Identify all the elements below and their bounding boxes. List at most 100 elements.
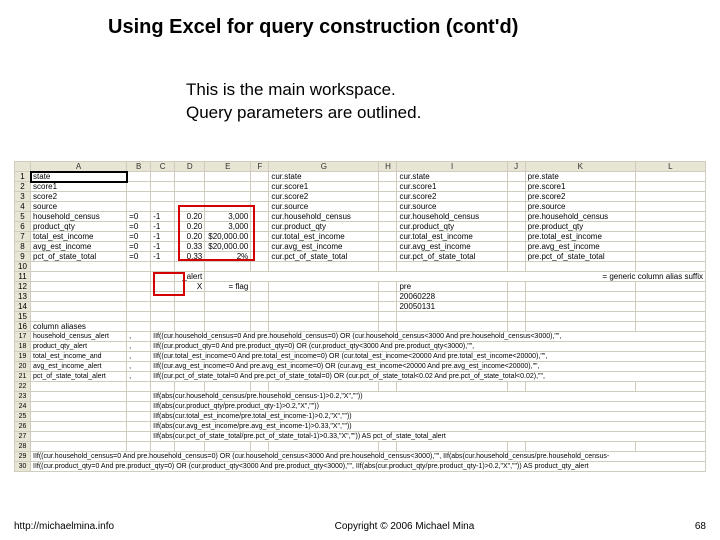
row-header[interactable]: 27	[15, 432, 31, 442]
cell[interactable]: cur.product_qty	[269, 222, 379, 232]
row-header[interactable]: 16	[15, 322, 31, 332]
cell[interactable]	[175, 442, 205, 452]
cell[interactable]	[379, 212, 397, 222]
cell[interactable]	[635, 262, 705, 272]
cell[interactable]	[151, 182, 175, 192]
cell[interactable]	[205, 172, 251, 182]
cell[interactable]	[151, 172, 175, 182]
cell[interactable]	[31, 292, 127, 302]
cell[interactable]	[205, 382, 251, 392]
cell[interactable]	[251, 282, 269, 292]
cell[interactable]: cur.state	[397, 172, 507, 182]
cell[interactable]	[525, 292, 635, 302]
cell[interactable]	[507, 442, 525, 452]
cell[interactable]	[127, 312, 151, 322]
cell[interactable]: household_census_alert	[31, 332, 127, 342]
row-header[interactable]: 11	[15, 272, 31, 282]
row-header[interactable]: 10	[15, 262, 31, 272]
cell[interactable]	[205, 192, 251, 202]
cell[interactable]	[175, 182, 205, 192]
cell[interactable]	[251, 192, 269, 202]
cell[interactable]: cur.avg_est_income	[269, 242, 379, 252]
cell[interactable]	[127, 382, 151, 392]
cell[interactable]	[635, 182, 705, 192]
cell[interactable]	[635, 442, 705, 452]
cell[interactable]: -1	[151, 232, 175, 242]
row-header[interactable]: 8	[15, 242, 31, 252]
cell[interactable]: =0	[127, 252, 151, 262]
col-header[interactable]: K	[525, 162, 635, 172]
cell[interactable]: $20,000.00	[205, 232, 251, 242]
cell[interactable]	[251, 222, 269, 232]
cell[interactable]	[269, 282, 379, 292]
cell[interactable]	[251, 242, 269, 252]
cell[interactable]	[507, 222, 525, 232]
cell[interactable]	[175, 202, 205, 212]
cell[interactable]	[31, 302, 127, 312]
row-header[interactable]: 12	[15, 282, 31, 292]
cell[interactable]	[127, 272, 151, 282]
cell[interactable]	[175, 382, 205, 392]
cell[interactable]	[507, 192, 525, 202]
cell[interactable]	[151, 302, 175, 312]
cell[interactable]: IIf((cur.household_census=0 And pre.hous…	[31, 452, 706, 462]
row-header[interactable]: 1	[15, 172, 31, 182]
cell[interactable]	[151, 202, 175, 212]
cell[interactable]	[251, 212, 269, 222]
col-header[interactable]: E	[205, 162, 251, 172]
cell[interactable]	[397, 312, 507, 322]
cell[interactable]	[151, 442, 175, 452]
cell[interactable]	[251, 182, 269, 192]
cell[interactable]	[31, 272, 127, 282]
cell[interactable]	[251, 292, 269, 302]
cell[interactable]	[397, 262, 507, 272]
row-header[interactable]: 2	[15, 182, 31, 192]
cell[interactable]: 0.20	[175, 212, 205, 222]
cell[interactable]	[175, 192, 205, 202]
row-header[interactable]: 6	[15, 222, 31, 232]
cell[interactable]: household_census	[31, 212, 127, 222]
cell[interactable]	[127, 182, 151, 192]
cell[interactable]	[127, 432, 151, 442]
cell[interactable]	[127, 192, 151, 202]
cell[interactable]: cur.pct_of_state_total	[269, 252, 379, 262]
cell[interactable]	[127, 412, 151, 422]
cell[interactable]	[507, 212, 525, 222]
cell[interactable]: -1	[151, 222, 175, 232]
row-header[interactable]: 15	[15, 312, 31, 322]
row-header[interactable]: 5	[15, 212, 31, 222]
cell[interactable]	[635, 222, 705, 232]
row-header[interactable]: 13	[15, 292, 31, 302]
cell[interactable]: ,	[127, 362, 151, 372]
cell[interactable]: X	[175, 282, 205, 292]
cell[interactable]	[175, 172, 205, 182]
cell[interactable]	[31, 442, 127, 452]
row-header[interactable]: 19	[15, 352, 31, 362]
cell[interactable]	[397, 322, 507, 332]
cell[interactable]: cur.score2	[397, 192, 507, 202]
cell[interactable]: cur.pct_of_state_total	[397, 252, 507, 262]
cell[interactable]	[635, 202, 705, 212]
cell[interactable]	[635, 282, 705, 292]
cell[interactable]: pre	[397, 282, 507, 292]
cell[interactable]: pre.total_est_income	[525, 232, 635, 242]
cell[interactable]	[379, 262, 397, 272]
cell[interactable]	[151, 312, 175, 322]
cell[interactable]	[205, 442, 251, 452]
cell[interactable]: 20050131	[397, 302, 507, 312]
cell[interactable]	[175, 302, 205, 312]
cell[interactable]	[635, 212, 705, 222]
row-header[interactable]: 24	[15, 402, 31, 412]
cell[interactable]	[205, 312, 251, 322]
cell[interactable]: total_est_income_and	[31, 352, 127, 362]
cell[interactable]	[525, 312, 635, 322]
cell[interactable]	[175, 322, 205, 332]
col-header[interactable]: G	[269, 162, 379, 172]
cell[interactable]	[31, 262, 127, 272]
cell[interactable]	[205, 262, 251, 272]
cell[interactable]	[127, 402, 151, 412]
cell[interactable]	[507, 282, 525, 292]
cell[interactable]	[31, 282, 127, 292]
cell[interactable]	[525, 302, 635, 312]
cell[interactable]	[507, 312, 525, 322]
